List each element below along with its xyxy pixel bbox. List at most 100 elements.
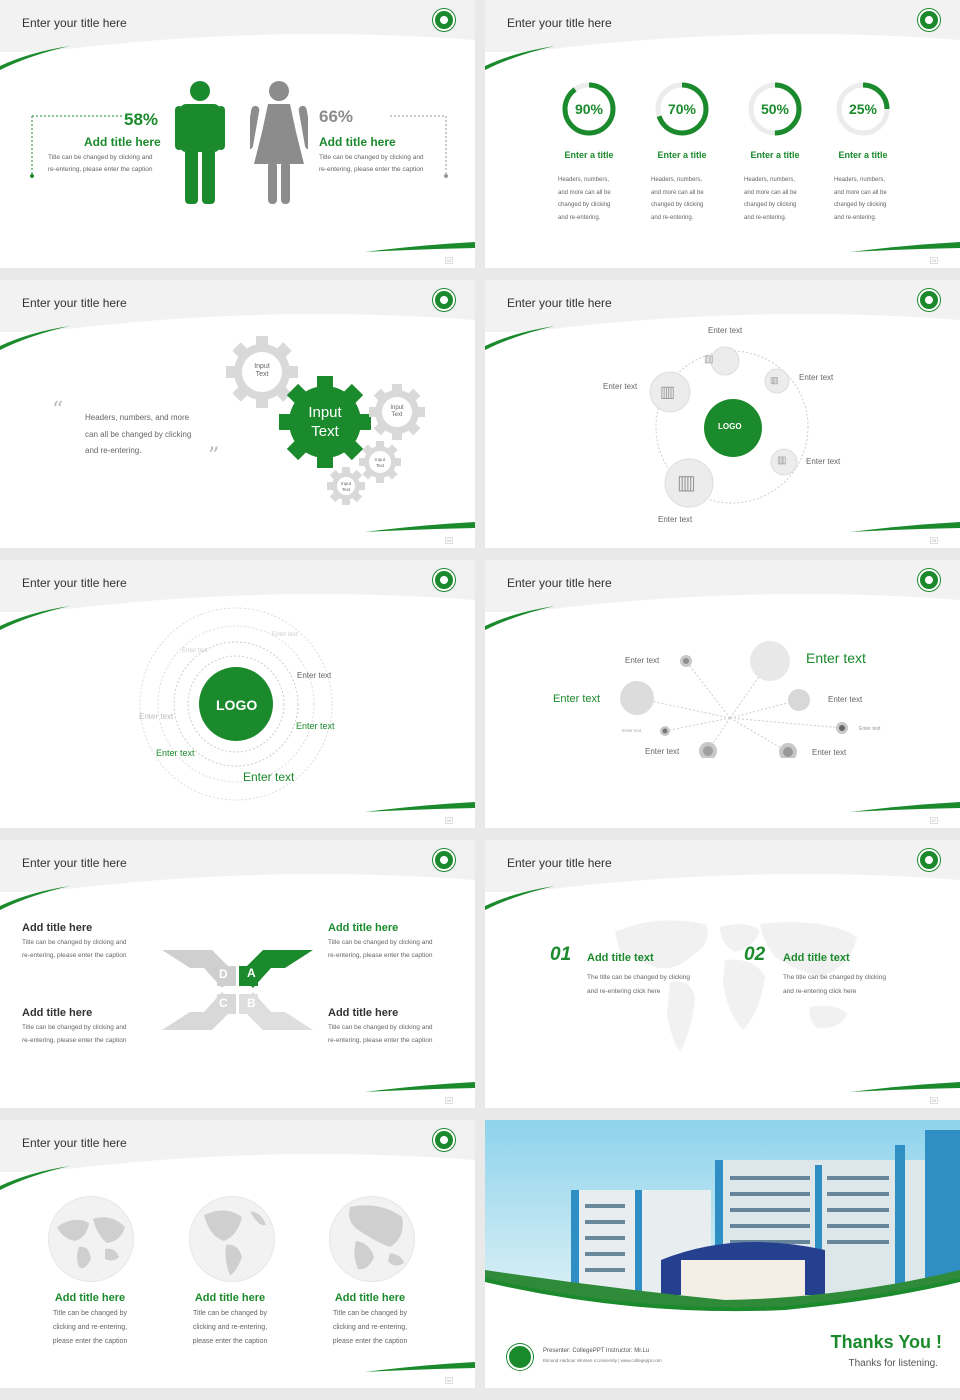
ring-label: Enter text (156, 748, 195, 758)
slide-25: Enter your title here ▥ ▥ ▥ ▥ ▥ LOGO Ent… (485, 280, 960, 548)
university-seal-icon (433, 849, 455, 871)
item-caption: Headers, numbers, and more can all be chan… (735, 174, 824, 224)
node-label: Enter text (806, 457, 841, 466)
slide-26: Enter your title here LOGO Enter text En… (0, 560, 475, 828)
slide-title: Enter your title here (22, 1136, 127, 1150)
node-label: Enter text (799, 373, 834, 382)
caption-line: Headers, numbers, (744, 177, 796, 183)
university-line: Eimond Harbour Women s University | www.… (543, 1358, 662, 1363)
university-seal-icon (433, 1129, 455, 1151)
university-seal-icon (918, 569, 940, 591)
ring-label: Enter text (243, 770, 295, 784)
node-label: Enter text (708, 326, 743, 335)
block-title: Add title here (328, 922, 399, 934)
university-seal-icon (918, 9, 940, 31)
slide-23: Enter your title here 90% 70% 50% 25% En… (485, 0, 960, 268)
caption-line: and more can all be (744, 189, 797, 196)
quote-text: Headers, numbers, and more can all be ch… (85, 410, 191, 460)
university-seal-icon (507, 1344, 533, 1370)
block-title: Add title here (22, 922, 93, 934)
item-caption-line: The title can be changed by clicking (783, 974, 886, 981)
slide-22: Enter your title here 58% Add title here… (0, 0, 475, 268)
slide-27: Enter your title here Enter text Enter t… (485, 560, 960, 828)
node-label: Enter text (812, 748, 847, 757)
slide-30: Enter your title here Add title here Tit… (0, 1120, 475, 1388)
node-label: Enter text (622, 728, 642, 733)
left-caption-1: Title can be changed by clicking and (48, 154, 153, 161)
right-caption-1: Title can be changed by clicking and (319, 154, 424, 161)
text-block-1: Add title here Title can be changed by c… (22, 922, 127, 962)
caption-line: Headers, numbers, (651, 177, 703, 183)
page-number: 22 (444, 257, 453, 264)
thanks-heading: Thanks You ! (830, 1332, 942, 1352)
caption-line: and re-entering. (834, 214, 877, 221)
presenter-line: Presenter: CollegePPT Instructor: Mr.Lu (543, 1348, 650, 1354)
university-seal-icon (433, 569, 455, 591)
globe-caption-line: Title can be changed by (332, 1310, 408, 1317)
item-caption: Headers, numbers, and more can all be chan… (823, 174, 914, 224)
page-number: 25 (929, 537, 938, 544)
slide-title: Enter your title here (507, 856, 612, 870)
node-label: Enter text (553, 693, 601, 705)
gear-label-line: Input (254, 363, 270, 370)
item-number: 02 (744, 944, 766, 965)
close-quote-icon: ” (208, 444, 220, 469)
globe-caption-line: Title can be changed by (192, 1310, 268, 1317)
slide-29: Enter your title here 01 Add title text … (485, 840, 960, 1108)
progress-value: 70% (667, 101, 697, 117)
building-icon: ▥ (777, 455, 787, 466)
slide-title: Enter your title here (507, 16, 612, 30)
globe-title: Add title here (194, 1292, 266, 1304)
node-label: Enter text (828, 695, 863, 704)
logo-label: LOGO (216, 697, 258, 713)
caption-line: and re-entering. (744, 214, 787, 221)
progress-item-4: 25% (834, 80, 892, 143)
progress-item-1: 90% (560, 80, 618, 143)
page-number: 28 (444, 1097, 453, 1104)
right-title: Add title here (319, 135, 396, 149)
gear-label-line: Text (375, 462, 385, 468)
item-title: Add title text (783, 952, 850, 964)
block-line: Title can be changed by clicking and (22, 1024, 127, 1031)
item-caption: Headers, numbers, and more can all be chan… (642, 174, 731, 224)
quote-line: and re-entering. (85, 446, 142, 455)
node-label: Enter text (625, 656, 660, 665)
node-label: Enter text (658, 515, 693, 524)
globe-icon (189, 1196, 275, 1282)
ring-label: Enter text (296, 721, 335, 731)
slide-title: Enter your title here (507, 576, 612, 590)
block-line: re-entering, please enter the caption (22, 1036, 127, 1044)
globe-item-3: Add title here Title can be changed by c… (320, 1292, 420, 1349)
caption-line: and re-entering. (651, 214, 694, 221)
page-number: 29 (929, 1097, 938, 1104)
item-caption-line: and re-entering click here (587, 988, 661, 995)
item-title: Enter a title (564, 150, 614, 160)
gear-label-right: Input Text (382, 405, 412, 419)
x-arrow-diagram (162, 950, 313, 1030)
item-caption-line: and re-entering click here (783, 988, 857, 995)
caption-line: and more can all be (834, 189, 887, 196)
caption-line: Headers, numbers, (834, 177, 886, 183)
node-label: Enter text (645, 747, 680, 756)
slide-title: Enter your title here (22, 16, 127, 30)
gear-label-line: Text (341, 486, 351, 492)
progress-value: 50% (760, 101, 790, 117)
globe-icon (48, 1196, 134, 1282)
item-caption-line: The title can be changed by clicking (587, 974, 690, 981)
quote-line: can all be changed by clicking (85, 429, 192, 439)
globe-caption-line: Title can be changed by (52, 1310, 128, 1317)
page-number: 24 (444, 537, 453, 544)
slide-title: Enter your title here (22, 576, 127, 590)
caption-line: and more can all be (651, 189, 704, 196)
left-caption-2: re-entering, please enter the caption (48, 166, 153, 173)
quadrant-letter: C (219, 996, 228, 1010)
ring-label: Enter text (297, 671, 332, 680)
globe-caption-line: please enter the caption (52, 1338, 128, 1345)
item-title: Enter a title (838, 150, 888, 160)
node-label: Enter text (603, 382, 638, 391)
caption-line: changed by clicking (744, 202, 797, 208)
progress-item-3: 50% (746, 80, 804, 143)
block-line: Title can be changed by clicking and (22, 939, 127, 946)
gear-label-line: Text (311, 423, 339, 440)
globe-icon (329, 1196, 415, 1282)
